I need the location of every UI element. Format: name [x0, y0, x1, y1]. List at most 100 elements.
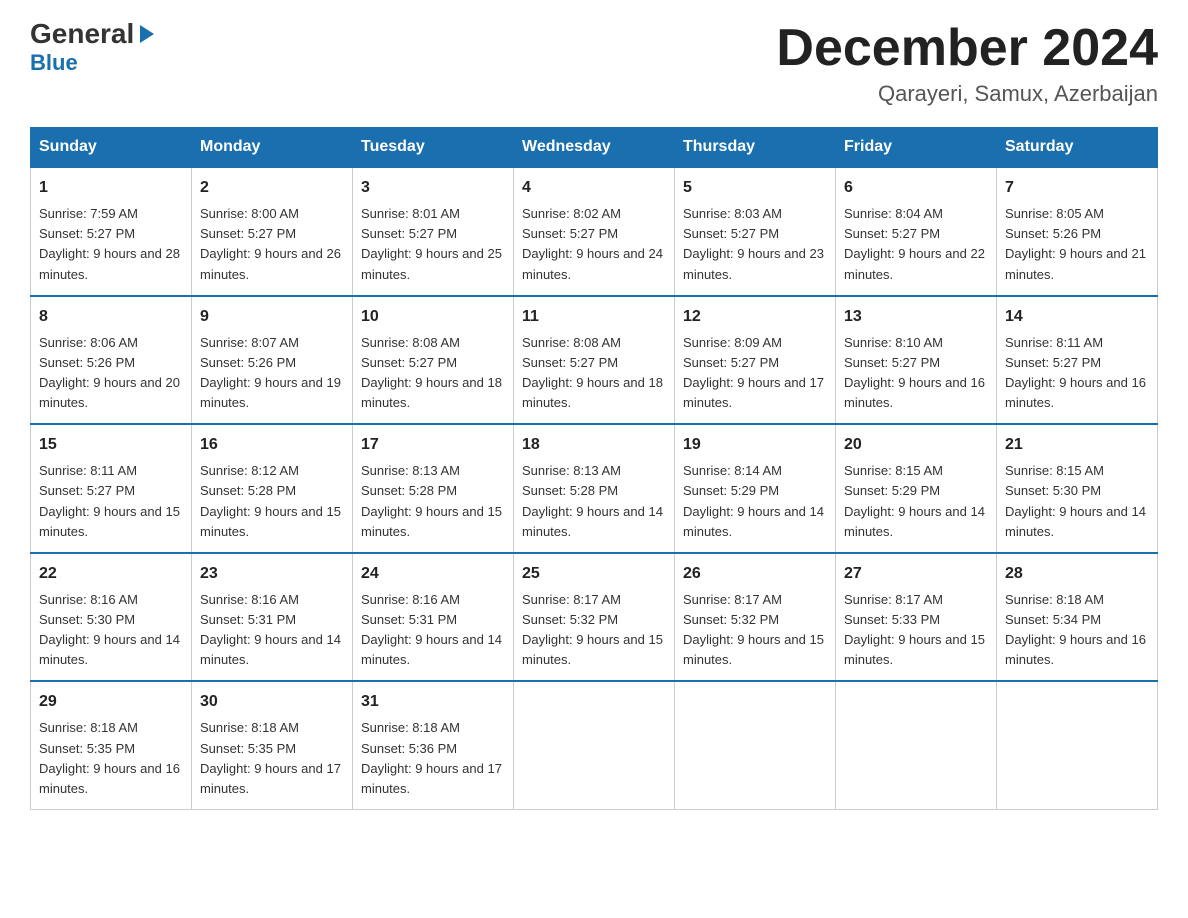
- calendar-cell: 31 Sunrise: 8:18 AMSunset: 5:36 PMDaylig…: [353, 681, 514, 809]
- day-number: 20: [844, 433, 988, 457]
- day-number: 6: [844, 176, 988, 200]
- day-number: 26: [683, 562, 827, 586]
- day-info: Sunrise: 8:10 AMSunset: 5:27 PMDaylight:…: [844, 335, 985, 410]
- calendar-cell: 14 Sunrise: 8:11 AMSunset: 5:27 PMDaylig…: [997, 296, 1158, 425]
- day-info: Sunrise: 8:14 AMSunset: 5:29 PMDaylight:…: [683, 463, 824, 538]
- day-info: Sunrise: 8:13 AMSunset: 5:28 PMDaylight:…: [522, 463, 663, 538]
- calendar-cell: 13 Sunrise: 8:10 AMSunset: 5:27 PMDaylig…: [836, 296, 997, 425]
- day-number: 13: [844, 305, 988, 329]
- calendar-cell: 23 Sunrise: 8:16 AMSunset: 5:31 PMDaylig…: [192, 553, 353, 682]
- day-info: Sunrise: 8:15 AMSunset: 5:29 PMDaylight:…: [844, 463, 985, 538]
- calendar-cell: 8 Sunrise: 8:06 AMSunset: 5:26 PMDayligh…: [31, 296, 192, 425]
- calendar-cell: 19 Sunrise: 8:14 AMSunset: 5:29 PMDaylig…: [675, 424, 836, 553]
- day-info: Sunrise: 8:16 AMSunset: 5:31 PMDaylight:…: [200, 592, 341, 667]
- calendar-cell: 11 Sunrise: 8:08 AMSunset: 5:27 PMDaylig…: [514, 296, 675, 425]
- day-number: 3: [361, 176, 505, 200]
- day-number: 19: [683, 433, 827, 457]
- day-info: Sunrise: 8:16 AMSunset: 5:31 PMDaylight:…: [361, 592, 502, 667]
- calendar-cell: [514, 681, 675, 809]
- calendar-cell: 6 Sunrise: 8:04 AMSunset: 5:27 PMDayligh…: [836, 167, 997, 296]
- day-info: Sunrise: 8:11 AMSunset: 5:27 PMDaylight:…: [39, 463, 180, 538]
- day-info: Sunrise: 8:03 AMSunset: 5:27 PMDaylight:…: [683, 206, 824, 281]
- calendar-cell: 30 Sunrise: 8:18 AMSunset: 5:35 PMDaylig…: [192, 681, 353, 809]
- calendar-cell: 10 Sunrise: 8:08 AMSunset: 5:27 PMDaylig…: [353, 296, 514, 425]
- calendar-cell: [836, 681, 997, 809]
- col-header-tuesday: Tuesday: [353, 128, 514, 168]
- col-header-sunday: Sunday: [31, 128, 192, 168]
- day-info: Sunrise: 8:02 AMSunset: 5:27 PMDaylight:…: [522, 206, 663, 281]
- logo-blue: Blue: [30, 50, 78, 76]
- calendar-cell: 16 Sunrise: 8:12 AMSunset: 5:28 PMDaylig…: [192, 424, 353, 553]
- day-info: Sunrise: 8:18 AMSunset: 5:35 PMDaylight:…: [39, 720, 180, 795]
- calendar-cell: [675, 681, 836, 809]
- day-number: 4: [522, 176, 666, 200]
- calendar-cell: 28 Sunrise: 8:18 AMSunset: 5:34 PMDaylig…: [997, 553, 1158, 682]
- calendar-week-row: 8 Sunrise: 8:06 AMSunset: 5:26 PMDayligh…: [31, 296, 1158, 425]
- day-info: Sunrise: 8:00 AMSunset: 5:27 PMDaylight:…: [200, 206, 341, 281]
- day-number: 11: [522, 305, 666, 329]
- calendar-week-row: 15 Sunrise: 8:11 AMSunset: 5:27 PMDaylig…: [31, 424, 1158, 553]
- day-number: 8: [39, 305, 183, 329]
- calendar-cell: 18 Sunrise: 8:13 AMSunset: 5:28 PMDaylig…: [514, 424, 675, 553]
- day-number: 15: [39, 433, 183, 457]
- calendar-cell: 20 Sunrise: 8:15 AMSunset: 5:29 PMDaylig…: [836, 424, 997, 553]
- day-number: 1: [39, 176, 183, 200]
- calendar-cell: 15 Sunrise: 8:11 AMSunset: 5:27 PMDaylig…: [31, 424, 192, 553]
- day-number: 17: [361, 433, 505, 457]
- calendar-cell: 22 Sunrise: 8:16 AMSunset: 5:30 PMDaylig…: [31, 553, 192, 682]
- day-number: 29: [39, 690, 183, 714]
- day-info: Sunrise: 8:15 AMSunset: 5:30 PMDaylight:…: [1005, 463, 1146, 538]
- day-number: 24: [361, 562, 505, 586]
- calendar-cell: 4 Sunrise: 8:02 AMSunset: 5:27 PMDayligh…: [514, 167, 675, 296]
- logo-arrow-icon: [136, 23, 158, 45]
- day-number: 18: [522, 433, 666, 457]
- day-info: Sunrise: 7:59 AMSunset: 5:27 PMDaylight:…: [39, 206, 180, 281]
- day-number: 2: [200, 176, 344, 200]
- day-info: Sunrise: 8:13 AMSunset: 5:28 PMDaylight:…: [361, 463, 502, 538]
- day-number: 22: [39, 562, 183, 586]
- col-header-monday: Monday: [192, 128, 353, 168]
- day-number: 21: [1005, 433, 1149, 457]
- calendar-table: SundayMondayTuesdayWednesdayThursdayFrid…: [30, 127, 1158, 810]
- calendar-cell: 2 Sunrise: 8:00 AMSunset: 5:27 PMDayligh…: [192, 167, 353, 296]
- day-info: Sunrise: 8:08 AMSunset: 5:27 PMDaylight:…: [361, 335, 502, 410]
- day-info: Sunrise: 8:05 AMSunset: 5:26 PMDaylight:…: [1005, 206, 1146, 281]
- day-number: 31: [361, 690, 505, 714]
- day-number: 5: [683, 176, 827, 200]
- calendar-header-row: SundayMondayTuesdayWednesdayThursdayFrid…: [31, 128, 1158, 168]
- day-number: 9: [200, 305, 344, 329]
- title-block: December 2024 Qarayeri, Samux, Azerbaija…: [776, 20, 1158, 107]
- calendar-cell: 3 Sunrise: 8:01 AMSunset: 5:27 PMDayligh…: [353, 167, 514, 296]
- day-number: 30: [200, 690, 344, 714]
- calendar-cell: 24 Sunrise: 8:16 AMSunset: 5:31 PMDaylig…: [353, 553, 514, 682]
- day-number: 16: [200, 433, 344, 457]
- day-info: Sunrise: 8:11 AMSunset: 5:27 PMDaylight:…: [1005, 335, 1146, 410]
- day-info: Sunrise: 8:09 AMSunset: 5:27 PMDaylight:…: [683, 335, 824, 410]
- day-number: 27: [844, 562, 988, 586]
- calendar-cell: 29 Sunrise: 8:18 AMSunset: 5:35 PMDaylig…: [31, 681, 192, 809]
- day-number: 25: [522, 562, 666, 586]
- col-header-saturday: Saturday: [997, 128, 1158, 168]
- logo: General Blue: [30, 20, 158, 76]
- day-info: Sunrise: 8:04 AMSunset: 5:27 PMDaylight:…: [844, 206, 985, 281]
- calendar-cell: 12 Sunrise: 8:09 AMSunset: 5:27 PMDaylig…: [675, 296, 836, 425]
- day-number: 10: [361, 305, 505, 329]
- calendar-week-row: 29 Sunrise: 8:18 AMSunset: 5:35 PMDaylig…: [31, 681, 1158, 809]
- day-number: 7: [1005, 176, 1149, 200]
- col-header-wednesday: Wednesday: [514, 128, 675, 168]
- day-info: Sunrise: 8:08 AMSunset: 5:27 PMDaylight:…: [522, 335, 663, 410]
- logo-general: General: [30, 20, 134, 48]
- day-number: 12: [683, 305, 827, 329]
- day-info: Sunrise: 8:17 AMSunset: 5:32 PMDaylight:…: [683, 592, 824, 667]
- location-subtitle: Qarayeri, Samux, Azerbaijan: [776, 81, 1158, 107]
- day-info: Sunrise: 8:12 AMSunset: 5:28 PMDaylight:…: [200, 463, 341, 538]
- day-number: 14: [1005, 305, 1149, 329]
- calendar-cell: 21 Sunrise: 8:15 AMSunset: 5:30 PMDaylig…: [997, 424, 1158, 553]
- month-year-title: December 2024: [776, 20, 1158, 77]
- day-info: Sunrise: 8:06 AMSunset: 5:26 PMDaylight:…: [39, 335, 180, 410]
- day-number: 28: [1005, 562, 1149, 586]
- day-info: Sunrise: 8:01 AMSunset: 5:27 PMDaylight:…: [361, 206, 502, 281]
- day-number: 23: [200, 562, 344, 586]
- calendar-week-row: 22 Sunrise: 8:16 AMSunset: 5:30 PMDaylig…: [31, 553, 1158, 682]
- col-header-friday: Friday: [836, 128, 997, 168]
